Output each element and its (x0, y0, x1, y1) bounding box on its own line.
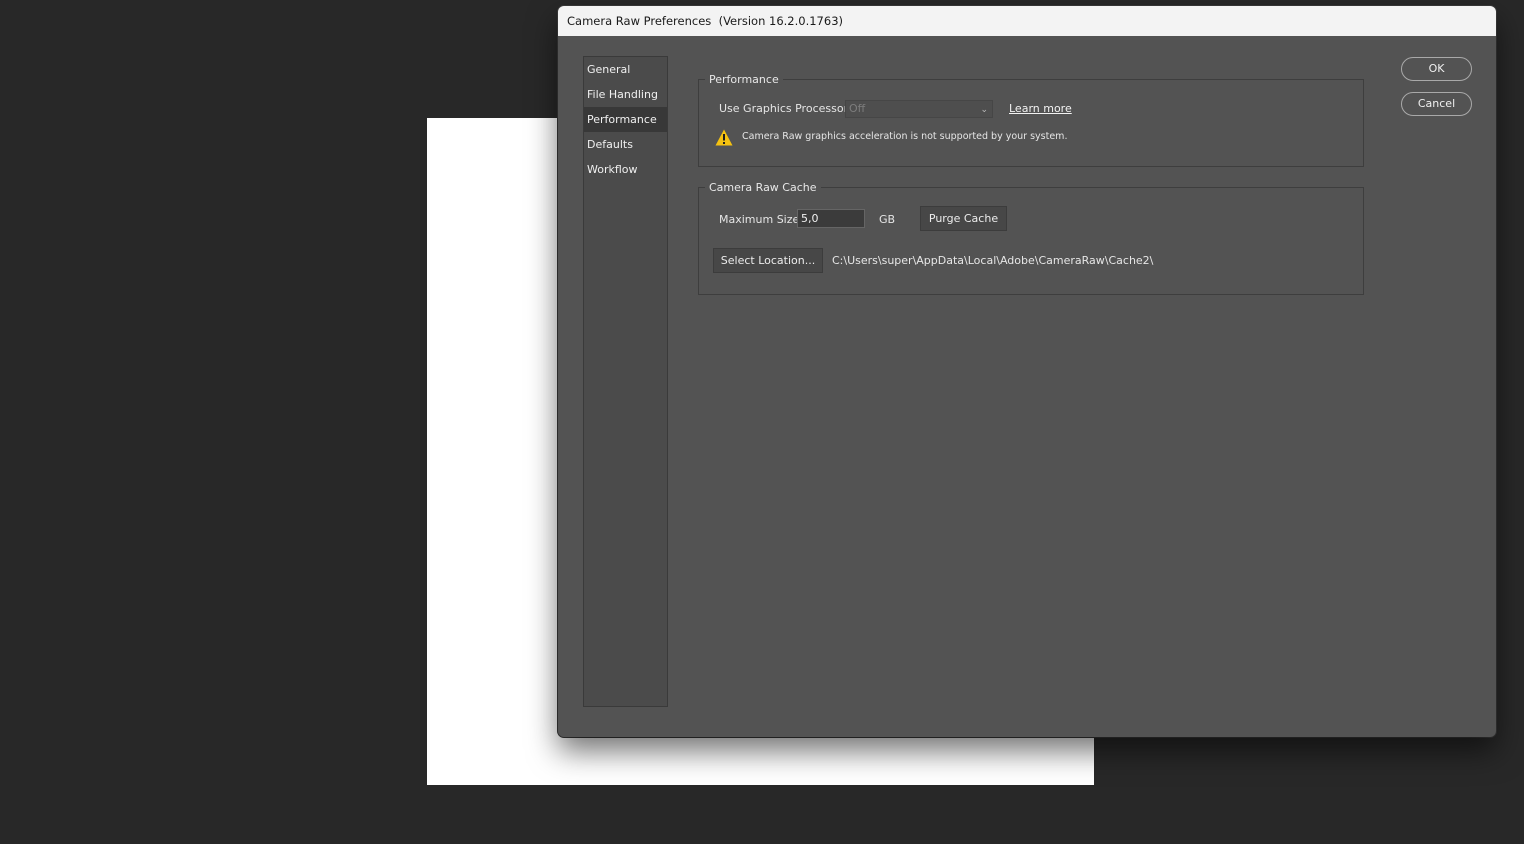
cache-path-text: C:\Users\super\AppData\Local\Adobe\Camer… (832, 254, 1154, 267)
performance-group: Performance Use Graphics Processor: Off … (698, 72, 1364, 167)
purge-cache-button[interactable]: Purge Cache (920, 206, 1007, 231)
cache-group-title: Camera Raw Cache (705, 180, 821, 195)
cancel-button[interactable]: Cancel (1401, 92, 1472, 116)
nav-item-workflow[interactable]: Workflow (584, 157, 667, 182)
nav-item-file-handling[interactable]: File Handling (584, 82, 667, 107)
warning-icon (715, 129, 733, 146)
gpu-select-value: Off (849, 102, 866, 115)
size-unit-label: GB (879, 213, 896, 226)
chevron-down-icon: ⌄ (980, 105, 988, 115)
max-size-label: Maximum Size: (719, 213, 803, 226)
ok-button[interactable]: OK (1401, 57, 1472, 81)
gpu-select[interactable]: Off ⌄ (845, 100, 993, 118)
cache-group: Camera Raw Cache Maximum Size: 5,0 GB Pu… (698, 180, 1364, 295)
learn-more-link[interactable]: Learn more (1009, 102, 1072, 115)
performance-group-title: Performance (705, 72, 783, 87)
preferences-nav: General File Handling Performance Defaul… (583, 56, 668, 707)
nav-item-defaults[interactable]: Defaults (584, 132, 667, 157)
gpu-label: Use Graphics Processor: (719, 102, 852, 115)
max-size-input[interactable]: 5,0 (797, 209, 865, 228)
preferences-dialog: Camera Raw Preferences (Version 16.2.0.1… (558, 6, 1496, 737)
gpu-warning-text: Camera Raw graphics acceleration is not … (742, 131, 1068, 142)
select-location-button[interactable]: Select Location... (713, 248, 823, 273)
dialog-title: Camera Raw Preferences (Version 16.2.0.1… (558, 6, 1496, 36)
nav-item-general[interactable]: General (584, 57, 667, 82)
nav-item-performance[interactable]: Performance (584, 107, 667, 132)
